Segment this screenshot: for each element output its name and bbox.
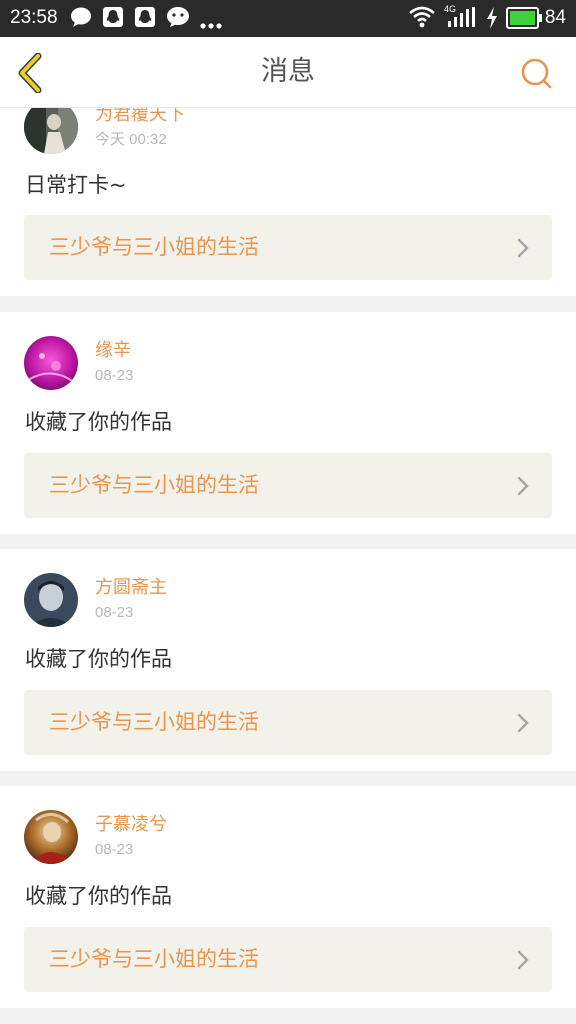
qq-icon	[102, 6, 124, 32]
list-item: 为君覆天下 今天 00:32 日常打卡~ 三少爷与三小姐的生活	[0, 108, 576, 296]
message-list[interactable]: 为君覆天下 今天 00:32 日常打卡~ 三少爷与三小姐的生活 缘辛 08-23…	[0, 108, 576, 1024]
chevron-right-icon	[517, 713, 529, 733]
page-title: 消息	[261, 56, 315, 87]
work-link[interactable]: 三少爷与三小姐的生活	[24, 453, 552, 518]
chevron-right-icon	[517, 476, 529, 496]
work-link[interactable]: 三少爷与三小姐的生活	[24, 215, 552, 280]
more-dots-icon	[200, 14, 222, 33]
work-title: 三少爷与三小姐的生活	[49, 473, 259, 497]
work-link[interactable]: 三少爷与三小姐的生活	[24, 927, 552, 992]
search-icon	[521, 58, 552, 89]
qq-icon	[134, 6, 156, 32]
list-item: 子慕凌兮 08-23 收藏了你的作品 三少爷与三小姐的生活	[0, 786, 576, 1008]
work-title: 三少爷与三小姐的生活	[49, 710, 259, 734]
list-item: 缘辛 08-23 收藏了你的作品 三少爷与三小姐的生活	[0, 312, 576, 534]
work-title: 三少爷与三小姐的生活	[49, 235, 259, 259]
message-text: 收藏了你的作品	[25, 410, 172, 434]
avatar[interactable]	[24, 573, 78, 627]
wifi-icon	[408, 5, 436, 33]
battery-icon	[506, 7, 542, 33]
search-button[interactable]	[520, 57, 554, 91]
status-time: 23:58	[10, 7, 58, 28]
username[interactable]: 子慕凌兮	[95, 814, 167, 836]
timestamp: 08-23	[95, 841, 134, 858]
username[interactable]: 方圆斋主	[95, 577, 167, 599]
timestamp: 今天 00:32	[95, 131, 167, 148]
chevron-right-icon	[517, 238, 529, 258]
username[interactable]: 为君覆天下	[95, 108, 185, 126]
timestamp: 08-23	[95, 367, 134, 384]
signal-icon	[446, 7, 476, 33]
avatar[interactable]	[24, 810, 78, 864]
work-title: 三少爷与三小姐的生活	[49, 947, 259, 971]
battery-level: 84	[544, 7, 566, 28]
timestamp: 08-23	[95, 604, 134, 621]
work-link[interactable]: 三少爷与三小姐的生活	[24, 690, 552, 755]
list-item: 方圆斋主 08-23 收藏了你的作品 三少爷与三小姐的生活	[0, 549, 576, 771]
message-text: 收藏了你的作品	[25, 884, 172, 908]
nav-bar: 消息	[0, 37, 576, 108]
avatar[interactable]	[24, 108, 78, 154]
charging-icon	[486, 7, 498, 33]
message-text: 收藏了你的作品	[25, 647, 172, 671]
message-text: 日常打卡~	[25, 173, 127, 197]
username[interactable]: 缘辛	[95, 340, 131, 362]
wechat-icon	[166, 6, 190, 32]
status-bar: 23:58 4G 84	[0, 0, 576, 37]
chevron-right-icon	[517, 950, 529, 970]
chat-bubble-icon	[70, 6, 92, 32]
avatar[interactable]	[24, 336, 78, 390]
